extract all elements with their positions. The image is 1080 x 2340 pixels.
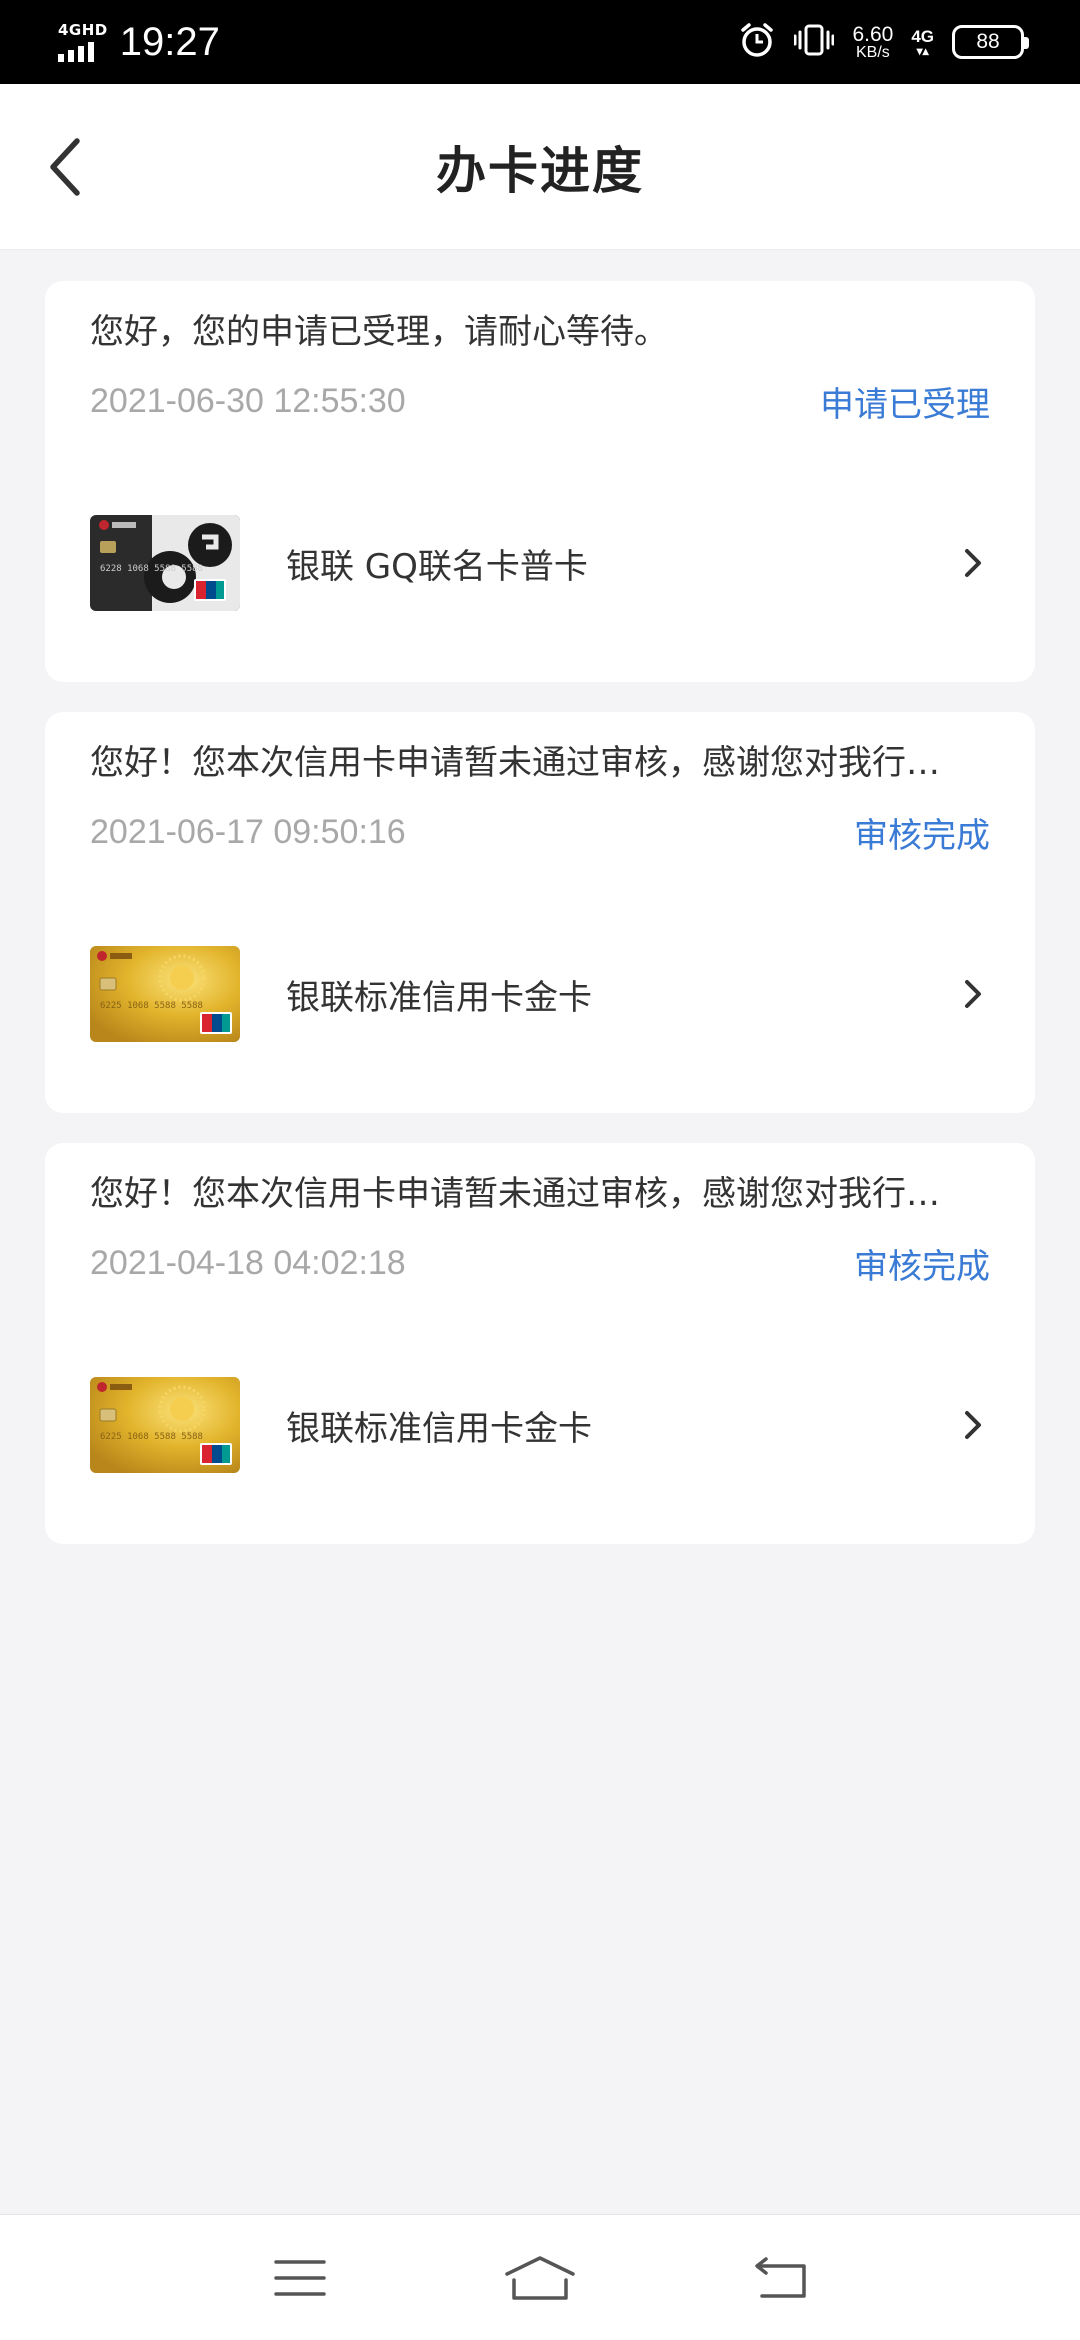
application-status: 审核完成 — [854, 816, 990, 856]
vibrate-icon — [793, 21, 835, 63]
svg-text:6225 1068 5588 5588: 6225 1068 5588 5588 — [100, 1001, 203, 1011]
card-name: 银联标准信用卡金卡 — [286, 1408, 592, 1449]
card-image: 6225 1068 5588 5588 — [90, 946, 240, 1042]
network-type: 4GHD — [58, 20, 108, 39]
menu-icon — [274, 2259, 326, 2296]
application-date: 2021-04-18 04:02:18 — [90, 1244, 406, 1282]
battery-level: 88 — [976, 30, 1000, 53]
back-button[interactable] — [40, 134, 90, 200]
status-left: 4GHD 19:27 — [58, 20, 220, 65]
system-nav-bar — [0, 2214, 1080, 2340]
card-image: 6225 1068 5588 5588 — [90, 1377, 240, 1473]
application-meta: 2021-04-18 04:02:18 审核完成 — [90, 1239, 990, 1288]
header: 办卡进度 — [0, 84, 1080, 250]
svg-text:6228 1068 5588 5588: 6228 1068 5588 5588 — [100, 564, 203, 574]
card-name: 银联标准信用卡金卡 — [286, 977, 592, 1018]
application-status: 审核完成 — [854, 1247, 990, 1287]
application-message: 您好！您本次信用卡申请暂未通过审核，感谢您对我行… — [90, 743, 940, 783]
page-title: 办卡进度 — [436, 141, 644, 200]
signal-icon: 4GHD — [58, 20, 108, 62]
chevron-right-icon — [956, 543, 990, 583]
data-arrows-icon: ▾▴ — [916, 43, 929, 58]
application-meta: 2021-06-17 09:50:16 审核完成 — [90, 808, 990, 857]
mobile-data-indicator: 4G ▾▴ — [911, 26, 934, 58]
card-product-row[interactable]: 6228 1068 5588 5588 银联 GQ联名卡普卡 — [90, 515, 990, 611]
home-icon — [505, 2255, 575, 2300]
application-card[interactable]: 您好，您的申请已受理，请耐心等待。 2021-06-30 12:55:30 申请… — [45, 281, 1035, 682]
status-time: 19:27 — [119, 19, 220, 64]
card-product-row[interactable]: 6225 1068 5588 5588 银联标准信用卡金卡 — [90, 946, 990, 1042]
signal-bars — [58, 41, 94, 62]
application-message: 您好，您的申请已受理，请耐心等待。 — [90, 312, 668, 352]
chevron-right-icon — [956, 1405, 990, 1445]
application-status: 申请已受理 — [820, 385, 990, 425]
application-meta: 2021-06-30 12:55:30 申请已受理 — [90, 377, 990, 426]
application-card[interactable]: 您好！您本次信用卡申请暂未通过审核，感谢您对我行… 2021-04-18 04:… — [45, 1143, 1035, 1544]
application-message: 您好！您本次信用卡申请暂未通过审核，感谢您对我行… — [90, 1174, 940, 1214]
alarm-icon — [738, 21, 776, 63]
application-date: 2021-06-30 12:55:30 — [90, 382, 406, 420]
home-button[interactable] — [500, 2238, 580, 2318]
menu-button[interactable] — [260, 2238, 340, 2318]
chevron-right-icon — [956, 974, 990, 1014]
application-card[interactable]: 您好！您本次信用卡申请暂未通过审核，感谢您对我行… 2021-06-17 09:… — [45, 712, 1035, 1113]
back-nav-button[interactable] — [740, 2238, 820, 2318]
status-right: 6.60 KB/s 4G ▾▴ 88 — [738, 21, 1029, 63]
application-date: 2021-06-17 09:50:16 — [90, 813, 406, 851]
chevron-left-icon — [50, 138, 80, 196]
back-icon — [755, 2256, 806, 2298]
status-bar: 4GHD 19:27 6.60 KB/s 4G ▾▴ 88 — [0, 0, 1080, 84]
network-speed: 6.60 KB/s — [852, 22, 894, 61]
card-product-row[interactable]: 6225 1068 5588 5588 银联标准信用卡金卡 — [90, 1377, 990, 1473]
svg-text:6225 1068 5588 5588: 6225 1068 5588 5588 — [100, 1432, 203, 1442]
card-image: 6228 1068 5588 5588 — [90, 515, 240, 611]
application-list: 您好，您的申请已受理，请耐心等待。 2021-06-30 12:55:30 申请… — [45, 281, 1035, 1574]
battery-icon: 88 — [952, 25, 1029, 59]
card-name: 银联 GQ联名卡普卡 — [286, 546, 588, 587]
